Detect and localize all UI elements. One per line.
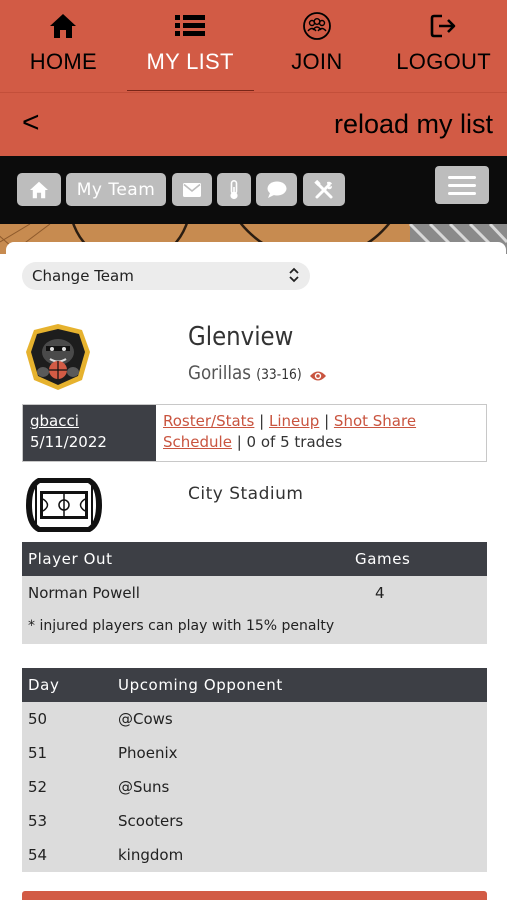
table-row: 53 Scooters	[22, 804, 487, 838]
nav-label: LOGOUT	[396, 49, 491, 74]
shot-share-link[interactable]: Shot Share	[334, 412, 416, 430]
list-icon	[174, 11, 206, 41]
select-value: Change Team	[32, 267, 134, 285]
group-icon	[302, 11, 332, 41]
tools-button[interactable]	[303, 173, 345, 206]
nav-label: JOIN	[291, 49, 343, 74]
team-name-record: Gorillas (33-16)	[188, 362, 302, 384]
header-player-out: Player Out	[28, 550, 113, 568]
day-cell: 54	[28, 846, 48, 864]
opponent-cell: @Cows	[118, 710, 173, 728]
team-city: Glenview	[188, 322, 294, 352]
thermometer-button[interactable]	[217, 173, 251, 206]
envelope-icon	[183, 182, 201, 197]
opponent-cell: Scooters	[118, 812, 184, 830]
schedule-link[interactable]: Schedule	[163, 433, 232, 451]
opponent-cell: @Suns	[118, 778, 170, 796]
games-out: 4	[375, 584, 385, 602]
bottom-action-bar[interactable]	[22, 891, 487, 900]
team-record: (33-16)	[256, 367, 302, 383]
team-links: Roster/Stats | Lineup | Shot Share Sched…	[163, 411, 416, 453]
team-info-box: gbacci 5/11/2022 Roster/Stats | Lineup |…	[22, 404, 487, 462]
table-row: 52 @Suns	[22, 770, 487, 804]
link-separator: |	[259, 412, 265, 430]
opponent-cell: kingdom	[118, 846, 184, 864]
nav-label: MY LIST	[146, 49, 234, 74]
schedule-table-header: Day Upcoming Opponent	[22, 668, 487, 702]
injury-table-header: Player Out Games	[22, 542, 487, 576]
day-cell: 53	[28, 812, 48, 830]
owner-username[interactable]: gbacci	[30, 411, 156, 432]
opponent-cell: Phoenix	[118, 744, 178, 762]
home-icon	[30, 181, 48, 198]
owner-date: 5/11/2022	[30, 433, 107, 451]
table-row: 51 Phoenix	[22, 736, 487, 770]
team-toolbar: My Team	[0, 156, 507, 224]
nav-logout[interactable]: LOGOUT	[380, 0, 507, 92]
trades-count: | 0 of 5 trades	[236, 433, 343, 451]
nav-label: HOME	[29, 49, 97, 74]
chat-button[interactable]	[256, 173, 297, 206]
reload-my-list-link[interactable]: reload my list	[334, 109, 493, 140]
table-row: 54 kingdom	[22, 838, 487, 872]
arena-icon	[24, 474, 104, 536]
link-separator: |	[324, 412, 330, 430]
day-cell: 50	[28, 710, 48, 728]
tools-icon	[314, 179, 333, 198]
owner-panel: gbacci 5/11/2022	[23, 405, 156, 461]
table-row: Norman Powell 4	[22, 576, 487, 610]
roster-stats-link[interactable]: Roster/Stats	[163, 412, 254, 430]
table-row: 50 @Cows	[22, 702, 487, 736]
eye-icon[interactable]	[309, 367, 327, 386]
lineup-link[interactable]: Lineup	[269, 412, 319, 430]
select-chevron-icon	[288, 267, 300, 287]
header-upcoming-opponent: Upcoming Opponent	[118, 676, 283, 694]
injury-note: * injured players can play with 15% pena…	[28, 618, 335, 634]
hamburger-menu-button[interactable]	[435, 166, 489, 204]
arena-name: City Stadium	[188, 484, 304, 504]
header-day: Day	[28, 676, 60, 694]
home-button[interactable]	[17, 173, 61, 206]
day-cell: 51	[28, 744, 48, 762]
team-name: Gorillas	[188, 362, 251, 384]
injury-table: Player Out Games Norman Powell 4 * injur…	[22, 542, 487, 644]
team-logo-gorilla	[24, 322, 92, 392]
logout-icon	[430, 11, 458, 41]
nav-join[interactable]: JOIN	[254, 0, 381, 92]
home-icon	[49, 11, 77, 41]
chat-icon	[267, 181, 286, 198]
thermometer-icon	[230, 179, 238, 199]
nav-my-list[interactable]: MY LIST	[126, 0, 254, 92]
reload-bar: < reload my list	[0, 92, 507, 156]
nav-home[interactable]: HOME	[0, 0, 127, 92]
top-nav: HOME MY LIST JOIN LOGOUT	[0, 0, 507, 92]
mail-button[interactable]	[172, 173, 212, 206]
my-team-button[interactable]: My Team	[66, 173, 166, 206]
injured-player: Norman Powell	[28, 584, 140, 602]
back-button[interactable]: <	[22, 106, 40, 140]
day-cell: 52	[28, 778, 48, 796]
header-games: Games	[355, 550, 411, 568]
change-team-select[interactable]: Change Team	[22, 262, 310, 290]
schedule-table: Day Upcoming Opponent 50 @Cows 51 Phoeni…	[22, 668, 487, 872]
